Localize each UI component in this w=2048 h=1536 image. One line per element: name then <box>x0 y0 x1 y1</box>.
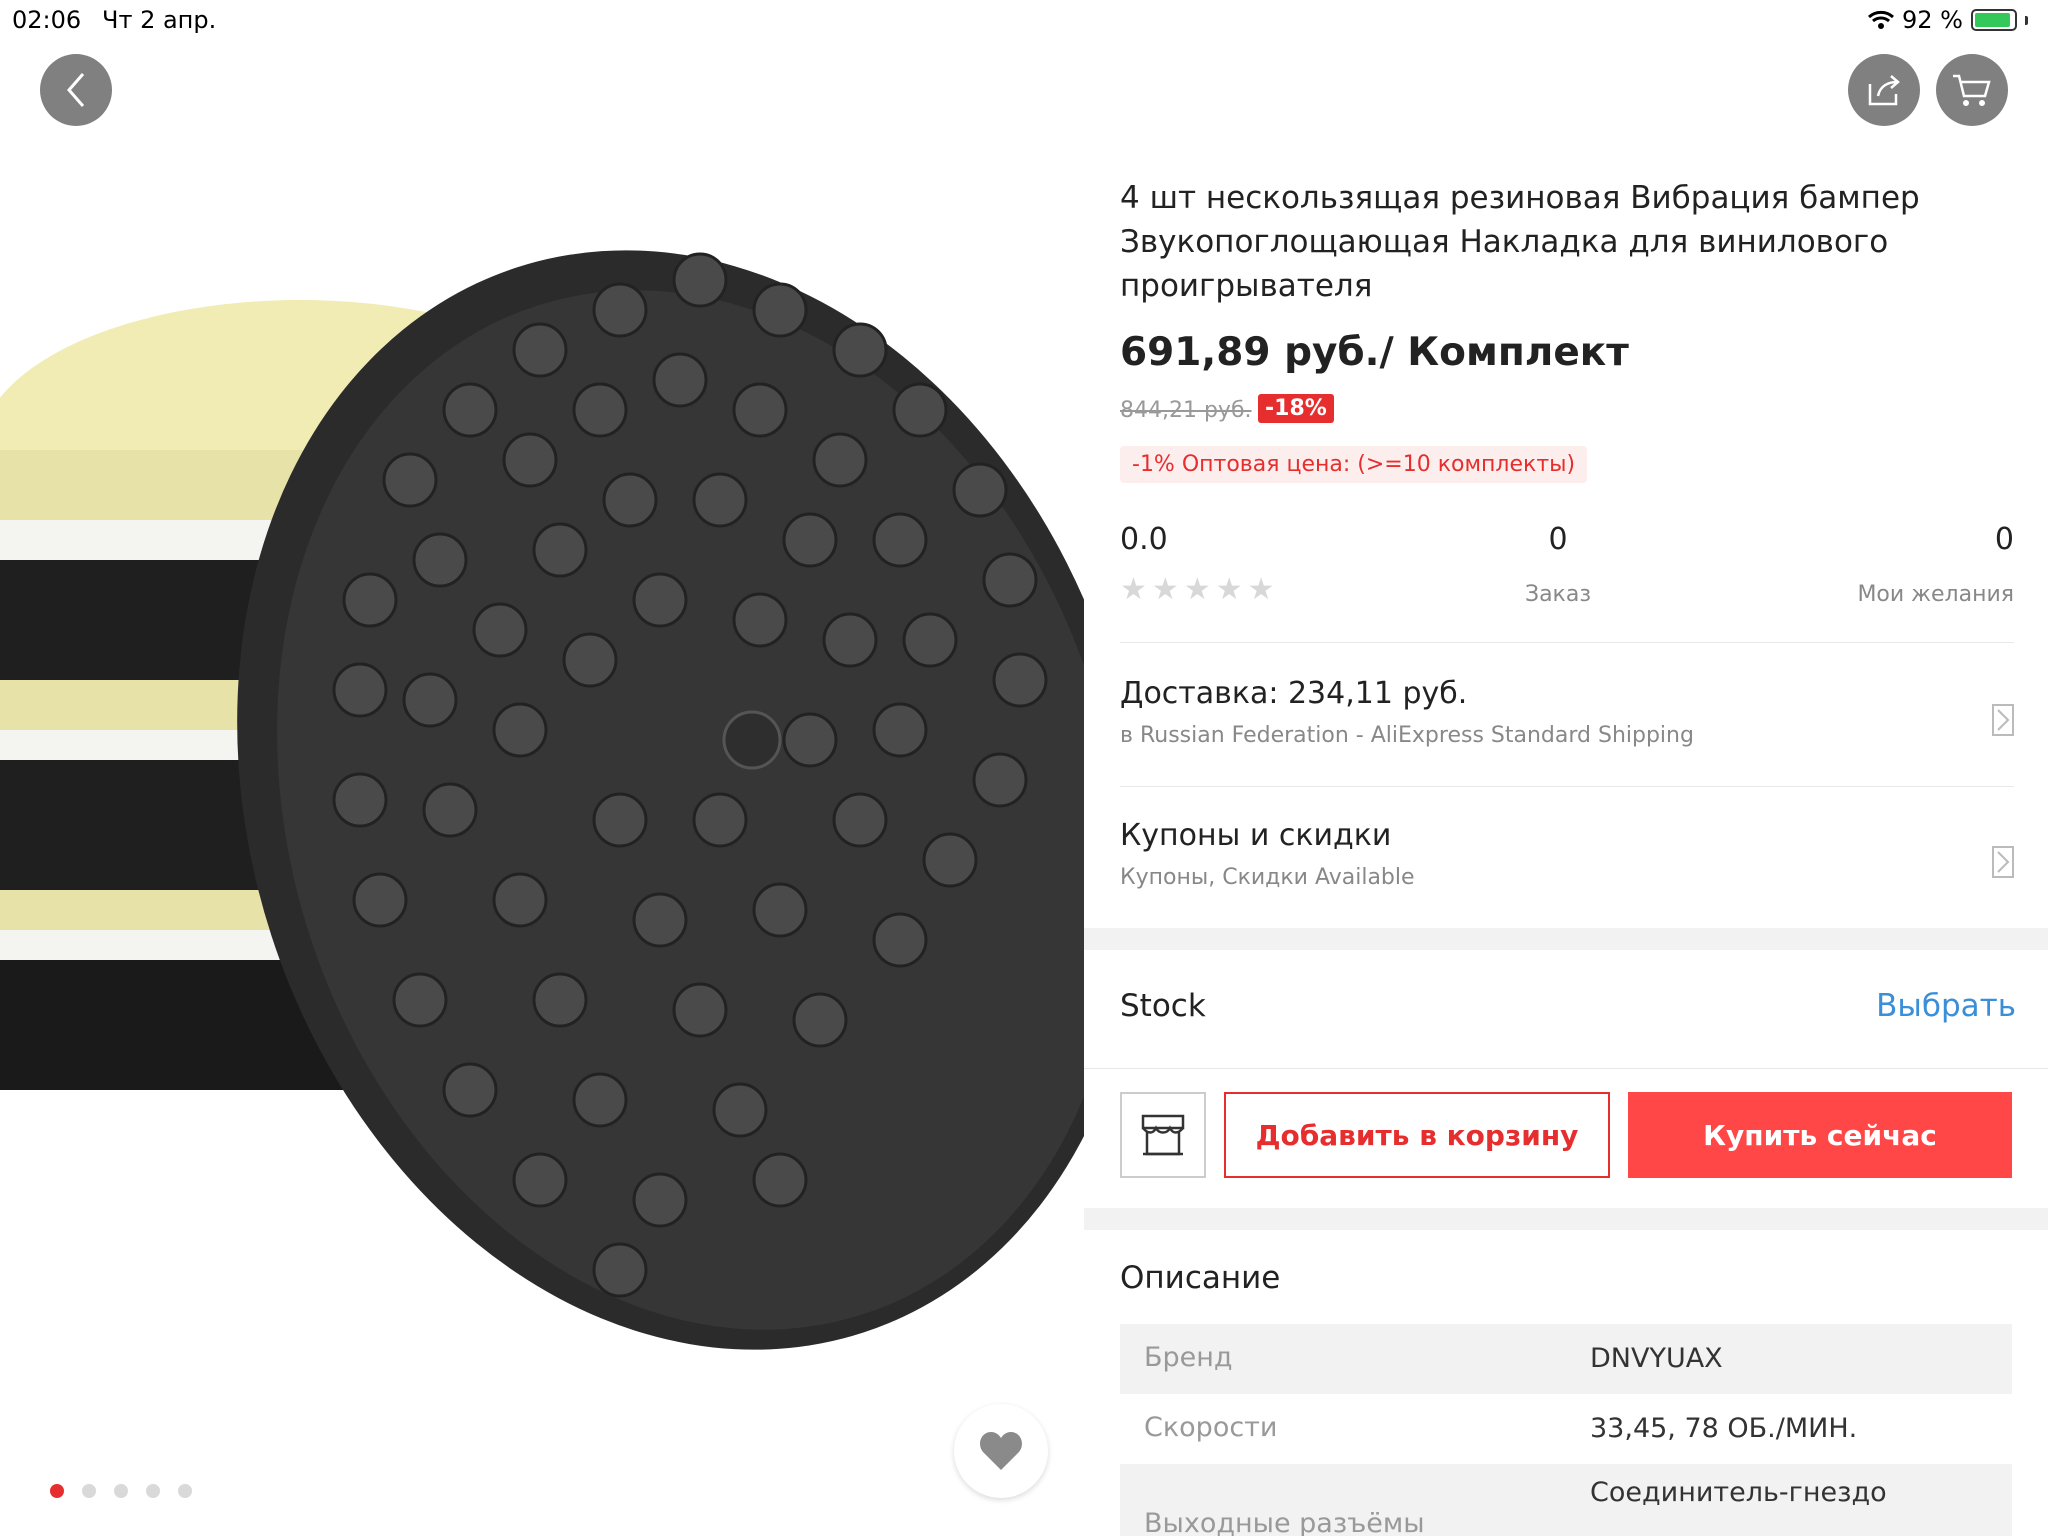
discount-badge: -18% <box>1258 394 1334 423</box>
coupons-subtitle: Купоны, Скидки Available <box>1120 865 1415 890</box>
divider <box>1084 1068 2048 1069</box>
battery-cap <box>2025 15 2028 25</box>
section-spacer <box>1084 928 2048 950</box>
add-to-cart-button[interactable]: Добавить в корзину <box>1224 1092 1610 1178</box>
choose-variant-link[interactable]: Выбрать <box>1876 988 2016 1024</box>
heart-icon <box>980 1432 1022 1470</box>
wifi-icon <box>1868 10 1895 29</box>
spec-value: 33,45, 78 ОБ./МИН. <box>1590 1413 1858 1444</box>
product-stats: 0.0 ★ ★ ★ ★ ★ 0 Заказ 0 Мои желания <box>1120 522 2014 622</box>
chevron-right-icon <box>1992 846 2014 878</box>
gallery-dot[interactable] <box>146 1484 160 1498</box>
share-button[interactable] <box>1848 54 1920 126</box>
wholesale-price-tag: -1% Оптовая цена: (>=10 комплекты) <box>1120 446 1588 483</box>
cart-button[interactable] <box>1936 54 2008 126</box>
wishlist-label: Мои желания <box>1857 582 2014 607</box>
gallery-dot[interactable] <box>178 1484 192 1498</box>
star-icon: ★ <box>1120 572 1147 607</box>
product-image <box>0 250 1084 1350</box>
product-details-panel: 4 шт нескользящая резиновая Вибрация бам… <box>1084 136 2048 1536</box>
gallery-dot[interactable] <box>114 1484 128 1498</box>
coupons-title: Купоны и скидки <box>1120 818 1392 853</box>
chevron-right-icon <box>1992 704 2014 736</box>
screen: 02:06 Чт 2 апр. 92 % 4 шт нескользящая р… <box>0 0 2048 1536</box>
buy-now-button[interactable]: Купить сейчас <box>1628 1092 2012 1178</box>
spec-name: Скорости <box>1144 1412 1278 1443</box>
divider <box>1120 786 2014 787</box>
spec-row: Скорости 33,45, 78 ОБ./МИН. <box>1120 1394 2012 1464</box>
status-bar: 02:06 Чт 2 апр. 92 % <box>0 0 2048 40</box>
battery-icon <box>1971 9 2017 31</box>
battery-percent: 92 % <box>1902 6 1963 34</box>
gallery-pagination[interactable] <box>50 1484 192 1498</box>
status-time: 02:06 <box>12 6 82 34</box>
star-icon: ★ <box>1151 572 1179 607</box>
spec-value: DNVYUAX <box>1590 1343 1723 1374</box>
specs-table: Бренд DNVYUAX Скорости 33,45, 78 ОБ./МИН… <box>1120 1324 2012 1536</box>
spec-value: Соединитель-гнездо <box>1590 1477 1887 1508</box>
status-indicators: 92 % <box>1868 6 2028 34</box>
product-price: 691,89 руб./ Комплект <box>1120 330 1629 375</box>
description-title: Описание <box>1120 1260 1281 1296</box>
spec-row: Выходные разъёмы Соединитель-гнездо <box>1120 1464 2012 1536</box>
spec-name: Бренд <box>1144 1342 1233 1373</box>
chevron-left-icon <box>67 73 85 107</box>
spec-row: Бренд DNVYUAX <box>1120 1324 2012 1394</box>
back-button[interactable] <box>40 54 112 126</box>
battery-fill <box>1975 13 2010 27</box>
star-icon: ★ <box>1247 572 1275 607</box>
star-icon: ★ <box>1183 572 1211 607</box>
delivery-title: Доставка: 234,11 руб. <box>1120 676 1468 711</box>
stock-label: Stock <box>1120 988 1206 1024</box>
delivery-subtitle: в Russian Federation - AliExpress Standa… <box>1120 723 1694 748</box>
store-button[interactable] <box>1120 1092 1206 1178</box>
section-spacer <box>1084 1208 2048 1230</box>
status-date: Чт 2 апр. <box>102 6 217 34</box>
wishlist-button[interactable] <box>954 1404 1048 1498</box>
orders-label: Заказ <box>1524 582 1592 607</box>
share-icon <box>1868 75 1900 106</box>
divider <box>1120 642 2014 643</box>
product-gallery[interactable] <box>0 0 1084 1536</box>
star-icon: ★ <box>1215 572 1243 607</box>
cart-icon <box>1953 74 1991 106</box>
coupons-row[interactable]: Купоны и скидки Купоны, Скидки Available <box>1120 818 2014 890</box>
product-title: 4 шт нескользящая резиновая Вибрация бам… <box>1120 180 1920 304</box>
spec-name: Выходные разъёмы <box>1144 1508 1425 1536</box>
gallery-dot[interactable] <box>50 1484 64 1498</box>
store-icon <box>1141 1114 1185 1156</box>
star-rating: ★ ★ ★ ★ ★ <box>1120 574 1275 606</box>
rating-value: 0.0 <box>1120 522 1168 557</box>
gallery-dot[interactable] <box>82 1484 96 1498</box>
orders-count: 0 <box>1548 522 1568 557</box>
delivery-row[interactable]: Доставка: 234,11 руб. в Russian Federati… <box>1120 676 2014 748</box>
wishlist-count: 0 <box>1994 522 2014 557</box>
old-price: 844,21 руб. <box>1120 398 1252 423</box>
